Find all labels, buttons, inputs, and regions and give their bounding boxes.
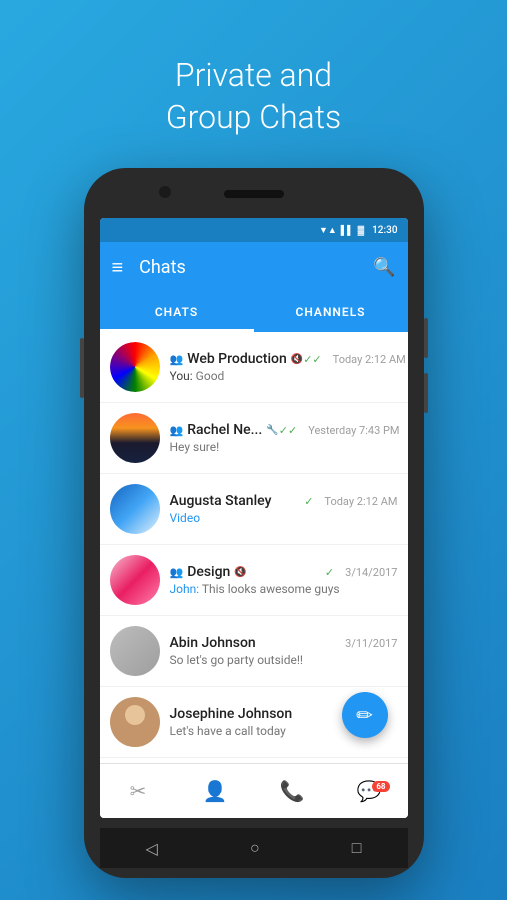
chat-item-2[interactable]: 👥 Rachel Ne... 🔧 ✓✓ Yesterday 7:43 PM He… xyxy=(100,403,408,474)
phone-wrapper: ▼▲ ▌▌ ▓ 12:30 ≡ Chats 🔍 CHATS CHANNELS xyxy=(84,168,424,878)
chat-list: 👥 Web Production 🔇 ✓✓ Today 2:12 AM You:… xyxy=(100,332,408,818)
preview-msg-3: Video xyxy=(170,511,201,525)
hamburger-icon[interactable]: ≡ xyxy=(112,255,124,280)
phone-button-left xyxy=(80,338,84,398)
app-title: Chats xyxy=(139,257,373,278)
tab-chats-label: CHATS xyxy=(155,305,198,319)
chat-name-5: Abin Johnson xyxy=(170,635,256,651)
chat-content-3: Augusta Stanley ✓ Today 2:12 AM Video xyxy=(170,493,398,525)
back-button[interactable]: ◁ xyxy=(146,839,158,858)
chat-item-4[interactable]: 👥 Design 🔇 ✓ 3/14/2017 John: This looks … xyxy=(100,545,408,616)
nav-item-scissors[interactable]: ✂ xyxy=(100,779,177,803)
chat-content-4: 👥 Design 🔇 ✓ 3/14/2017 John: This looks … xyxy=(170,564,398,596)
preview-msg-1: Good xyxy=(196,369,225,383)
avatar-4 xyxy=(110,555,160,605)
avatar-5 xyxy=(110,626,160,676)
bottom-nav: ✂ 👤 📞 💬 68 xyxy=(100,763,408,818)
preview-msg-5: So let's go party outside!! xyxy=(170,653,304,667)
check-3: ✓ xyxy=(304,495,313,508)
nav-item-person[interactable]: 👤 xyxy=(177,779,254,803)
home-button[interactable]: ○ xyxy=(250,838,260,858)
tab-channels-label: CHANNELS xyxy=(295,305,365,319)
group-icon-4: 👥 xyxy=(170,566,184,579)
preview-sender-1: You: xyxy=(170,369,196,383)
chat-time-4: 3/14/2017 xyxy=(345,566,397,579)
chat-content-1: 👥 Web Production 🔇 ✓✓ Today 2:12 AM You:… xyxy=(170,351,398,383)
tab-chats[interactable]: CHATS xyxy=(100,292,254,332)
mute-icon-4: 🔇 xyxy=(234,567,246,578)
mute-icon-1: 🔇 xyxy=(291,354,303,365)
avatar-6 xyxy=(110,697,160,747)
nav-item-chat[interactable]: 💬 68 xyxy=(331,779,408,803)
avatar-3 xyxy=(110,484,160,534)
avatar-2 xyxy=(110,413,160,463)
fab-button[interactable]: ✏ xyxy=(342,692,388,738)
person-icon: 👤 xyxy=(203,779,228,803)
page-title: Private and Group Chats xyxy=(166,55,341,138)
nav-item-phone[interactable]: 📞 xyxy=(254,779,331,803)
preview-sender-4: John: xyxy=(170,582,202,596)
phone-button-right-bottom xyxy=(424,373,428,413)
chat-name-3: Augusta Stanley xyxy=(170,493,272,509)
chat-name-1: Web Production xyxy=(187,351,287,367)
preview-msg-6: Let's have a call today xyxy=(170,724,286,738)
chat-name-2: Rachel Ne... xyxy=(187,422,262,438)
check-4: ✓ xyxy=(325,566,334,579)
search-icon[interactable]: 🔍 xyxy=(373,257,395,278)
preview-msg-2: Hey sure! xyxy=(170,440,220,454)
chat-content-5: Abin Johnson 3/11/2017 So let's go party… xyxy=(170,635,398,667)
chat-name-4: Design xyxy=(187,564,230,580)
status-time: 12:30 xyxy=(372,225,397,236)
compose-icon: ✏ xyxy=(356,703,373,727)
chat-item-1[interactable]: 👥 Web Production 🔇 ✓✓ Today 2:12 AM You:… xyxy=(100,332,408,403)
wrench-icon-2: 🔧 xyxy=(266,425,278,436)
chat-time-2: Yesterday 7:43 PM xyxy=(308,424,399,437)
avatar-1 xyxy=(110,342,160,392)
phone-icon: 📞 xyxy=(280,779,305,803)
phone-camera xyxy=(159,186,171,198)
page-header: Private and Group Chats xyxy=(146,0,361,148)
chat-time-1: Today 2:12 AM xyxy=(333,353,406,366)
phone-button-right-top xyxy=(424,318,428,358)
app-bar: ≡ Chats 🔍 xyxy=(100,242,408,292)
tab-channels[interactable]: CHANNELS xyxy=(254,292,408,332)
status-bar: ▼▲ ▌▌ ▓ 12:30 xyxy=(100,218,408,242)
battery-icon: ▓ xyxy=(358,225,365,236)
phone-speaker xyxy=(224,190,284,198)
recent-button[interactable]: □ xyxy=(352,838,362,858)
chat-content-2: 👥 Rachel Ne... 🔧 ✓✓ Yesterday 7:43 PM He… xyxy=(170,422,398,454)
chat-badge: 68 xyxy=(372,781,389,792)
tabs-bar: CHATS CHANNELS xyxy=(100,292,408,332)
chat-time-3: Today 2:12 AM xyxy=(324,495,397,508)
wifi-icon: ▼▲ xyxy=(319,225,337,236)
preview-msg-4: This looks awesome guys xyxy=(202,582,340,596)
check-2: ✓✓ xyxy=(279,424,297,437)
phone-frame: ▼▲ ▌▌ ▓ 12:30 ≡ Chats 🔍 CHATS CHANNELS xyxy=(84,168,424,878)
chat-time-5: 3/11/2017 xyxy=(345,637,397,650)
check-1: ✓✓ xyxy=(303,353,321,366)
phone-bottom-bar: ◁ ○ □ xyxy=(100,828,408,868)
group-icon-2: 👥 xyxy=(170,424,184,437)
chat-name-6: Josephine Johnson xyxy=(170,706,293,722)
signal-icon: ▌▌ xyxy=(341,225,354,236)
group-icon-1: 👥 xyxy=(170,353,184,366)
chat-item-3[interactable]: Augusta Stanley ✓ Today 2:12 AM Video xyxy=(100,474,408,545)
scissors-icon: ✂ xyxy=(130,779,147,803)
chat-item-5[interactable]: Abin Johnson 3/11/2017 So let's go party… xyxy=(100,616,408,687)
phone-screen: ▼▲ ▌▌ ▓ 12:30 ≡ Chats 🔍 CHATS CHANNELS xyxy=(100,218,408,818)
